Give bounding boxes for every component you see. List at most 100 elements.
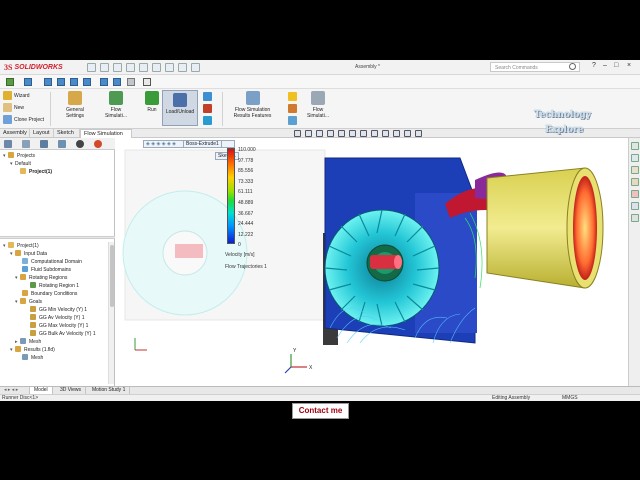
tree-goals[interactable]: ▾ Goals: [15, 298, 42, 306]
help-icon[interactable]: ?: [592, 62, 596, 69]
display-style-icon[interactable]: [360, 130, 367, 137]
load-unload-button[interactable]: Load/Unload: [162, 90, 198, 126]
tree-root-project[interactable]: ▾ Project(1): [3, 242, 39, 250]
panel-splitter[interactable]: [0, 236, 115, 239]
flow-trajectories-icon[interactable]: [203, 116, 212, 125]
mate-icon[interactable]: [24, 78, 32, 86]
view-settings-icon[interactable]: [404, 130, 411, 137]
tree-goal-min-velocity[interactable]: GG Min Velocity (Y) 1: [30, 306, 87, 314]
lightbulb-icon[interactable]: [288, 92, 297, 101]
flow-simulation-tree-button[interactable]: Flow Simulati...: [100, 91, 132, 119]
custom-properties-icon[interactable]: [631, 202, 639, 210]
surface-plot-icon[interactable]: [203, 104, 212, 113]
tab-layout[interactable]: Layout: [30, 129, 54, 138]
previous-view-icon[interactable]: [316, 130, 323, 137]
tree-boundary-conditions[interactable]: Boundary Conditions: [22, 290, 77, 298]
configuration-manager-tab-icon[interactable]: [40, 140, 48, 148]
tree-rotating-region-1[interactable]: Rotating Region 1: [30, 282, 79, 290]
monitor-icon[interactable]: [415, 130, 422, 137]
section-view-icon[interactable]: [327, 130, 334, 137]
tree-goal-av-velocity[interactable]: GG Av Velocity (Y) 1: [30, 314, 84, 322]
results-features-button[interactable]: Flow Simulation Results Features: [230, 91, 275, 119]
resources-icon[interactable]: [631, 154, 639, 162]
save-icon[interactable]: [113, 63, 122, 72]
run-button[interactable]: Run: [142, 91, 162, 113]
contact-me-button[interactable]: Contact me: [292, 403, 349, 419]
design-library-icon[interactable]: [631, 166, 639, 174]
new-button[interactable]: New: [14, 105, 24, 111]
tree-results-mesh[interactable]: Mesh: [22, 354, 43, 362]
tree-projects[interactable]: ▾ Projects: [3, 152, 35, 160]
tree-results[interactable]: ▾ Results (1.fld): [10, 346, 55, 354]
flyout-arrow-icon[interactable]: [78, 63, 83, 72]
appearances-icon[interactable]: [631, 190, 639, 198]
status-units[interactable]: MMGS: [562, 395, 578, 402]
select-icon[interactable]: [152, 63, 161, 72]
dynamic-annotation-icon[interactable]: [338, 130, 345, 137]
flow-simulation-options-button[interactable]: Flow Simulati...: [302, 91, 334, 119]
display-icon[interactable]: [288, 104, 297, 113]
options-gear-icon[interactable]: [191, 63, 200, 72]
property-manager-tab-icon[interactable]: [22, 140, 30, 148]
appearance-tab-icon[interactable]: [94, 140, 102, 148]
minimize-icon[interactable]: –: [603, 62, 607, 69]
view-iso-icon[interactable]: [83, 78, 91, 86]
tree-goal-bulk-av-velocity[interactable]: GG Bulk Av Velocity (Y) 1: [30, 330, 96, 338]
target-tab-icon[interactable]: [76, 140, 84, 148]
tree-scrollbar[interactable]: [108, 242, 114, 384]
sketch-pen-icon[interactable]: [143, 78, 151, 86]
cut-plot-icon[interactable]: [203, 92, 212, 101]
tab-sketch[interactable]: Sketch: [54, 129, 80, 138]
tree-rotating-regions[interactable]: ▾ Rotating Regions: [15, 274, 67, 282]
tree-mesh[interactable]: ▸ Mesh: [15, 338, 41, 346]
restore-icon[interactable]: □: [614, 62, 618, 69]
apply-scene-icon[interactable]: [393, 130, 400, 137]
tree-input-data[interactable]: ▾ Input Data: [10, 250, 47, 258]
undo-icon[interactable]: [139, 63, 148, 72]
tree-goal-max-velocity[interactable]: GG Max Velocity (Y) 1: [30, 322, 88, 330]
tree-default[interactable]: ▾ Default: [10, 160, 31, 168]
tab-flow-simulation[interactable]: Flow Simulation: [80, 129, 132, 138]
tree-fluid-subdomains[interactable]: Fluid Subdomains: [22, 266, 71, 274]
clone-project-icon[interactable]: [3, 115, 12, 124]
tab-assembly[interactable]: Assembly: [0, 129, 30, 138]
home-icon[interactable]: [631, 142, 639, 150]
section-view-icon[interactable]: [113, 78, 121, 86]
rebuild-icon[interactable]: [165, 63, 174, 72]
edit-appearance-icon[interactable]: [382, 130, 389, 137]
general-settings-button[interactable]: General Settings: [60, 91, 90, 119]
wizard-button[interactable]: Wizard: [14, 93, 30, 99]
open-icon[interactable]: [100, 63, 109, 72]
feature-manager-tab-icon[interactable]: [4, 140, 12, 148]
close-icon[interactable]: ×: [627, 62, 631, 69]
wizard-icon[interactable]: [3, 91, 12, 100]
solidworks-forum-icon[interactable]: [631, 214, 639, 222]
view-top-icon[interactable]: [57, 78, 65, 86]
view-right-icon[interactable]: [70, 78, 78, 86]
graphics-viewport[interactable]: X Y ◈ ◈ ◈ ◈ ◈ ◈ Boss-Extrude1 Sketch1 11…: [115, 138, 628, 386]
tree-computational-domain[interactable]: Computational Domain: [22, 258, 82, 266]
search-icon[interactable]: [569, 63, 576, 70]
zoom-to-fit-icon[interactable]: [294, 130, 301, 137]
view-orientation-icon[interactable]: [349, 130, 356, 137]
dimxpert-tab-icon[interactable]: [58, 140, 66, 148]
folder-icon: [15, 250, 21, 256]
solidworks-logo[interactable]: 3S SOLIDWORKS: [4, 62, 63, 73]
new-doc-icon[interactable]: [87, 63, 96, 72]
scrollbar-thumb[interactable]: [110, 245, 114, 307]
file-explorer-icon[interactable]: [631, 178, 639, 186]
print-icon[interactable]: [126, 63, 135, 72]
view-front-icon[interactable]: [44, 78, 52, 86]
clone-project-button[interactable]: Clone Project: [14, 117, 44, 123]
file-properties-icon[interactable]: [178, 63, 187, 72]
zoom-area-icon[interactable]: [305, 130, 312, 137]
zoom-fit-icon[interactable]: [127, 78, 135, 86]
transparency-icon[interactable]: [288, 116, 297, 125]
search-commands-input[interactable]: Search Commands: [490, 62, 580, 72]
normal-to-icon[interactable]: [100, 78, 108, 86]
hide-show-icon[interactable]: [371, 130, 378, 137]
new-project-icon[interactable]: [3, 103, 12, 112]
insert-component-icon[interactable]: [6, 78, 14, 86]
feature-chip[interactable]: Boss-Extrude1: [183, 140, 222, 148]
tree-project1-config[interactable]: Project(1): [20, 168, 52, 176]
